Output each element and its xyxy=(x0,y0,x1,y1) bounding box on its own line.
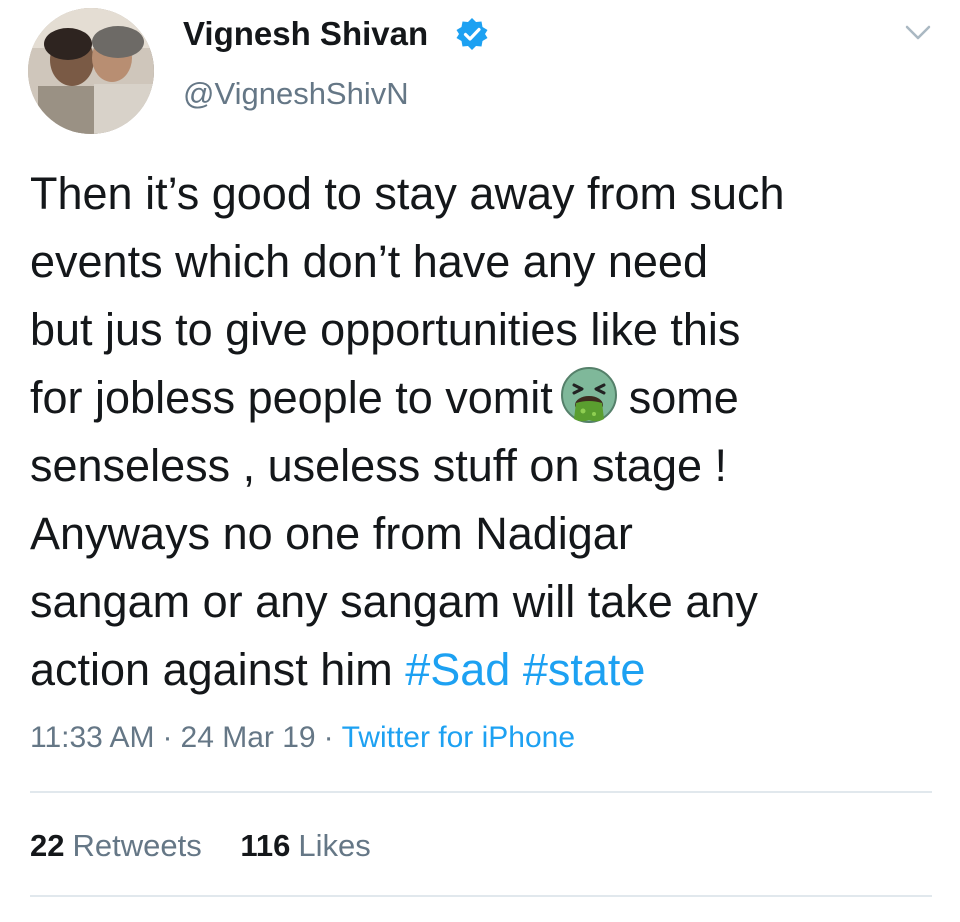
retweets-count: 22 xyxy=(30,828,65,863)
avatar[interactable] xyxy=(28,8,154,134)
divider xyxy=(30,895,932,897)
tweet-line-text: action against him xyxy=(30,644,393,695)
tweet-line: sangam or any sangam will take any xyxy=(30,576,758,627)
tweet-text: Then it’s good to stay away from such ev… xyxy=(30,160,940,704)
chevron-down-icon[interactable] xyxy=(904,24,932,42)
meta-separator: · xyxy=(323,721,334,754)
tweet-line: Anyways no one from Nadigar xyxy=(30,508,633,559)
tweet-source-link[interactable]: Twitter for iPhone xyxy=(342,721,575,754)
tweet-line: action against him #Sad #state xyxy=(30,636,940,704)
retweets-label: Retweets xyxy=(72,828,202,863)
user-handle[interactable]: @VigneshShivN xyxy=(183,74,409,114)
likes-stat[interactable]: 116 Likes xyxy=(240,826,370,866)
tweet-line: Then it’s good to stay away from such xyxy=(30,168,785,219)
tweet-meta: 11:33 AM · 24 Mar 19 · Twitter for iPhone xyxy=(30,718,575,758)
verified-badge-icon xyxy=(456,18,488,50)
retweets-stat[interactable]: 22 Retweets xyxy=(30,826,202,866)
hashtag-state[interactable]: #state xyxy=(523,644,646,695)
divider xyxy=(30,791,932,793)
tweet-time[interactable]: 11:33 AM xyxy=(30,721,155,754)
face-vomiting-icon xyxy=(560,367,617,423)
likes-label: Likes xyxy=(298,828,371,863)
avatar-photo xyxy=(28,8,154,134)
hashtag-sad[interactable]: #Sad xyxy=(405,644,510,695)
tweet-date[interactable]: 24 Mar 19 xyxy=(181,721,316,754)
display-name[interactable]: Vignesh Shivan xyxy=(183,14,428,54)
tweet-stats: 22 Retweets 116 Likes xyxy=(30,826,401,866)
tweet-line: senseless , useless stuff on stage ! xyxy=(30,440,728,491)
tweet-card: Vignesh Shivan @VigneshShivN Then it’s g… xyxy=(0,0,960,922)
meta-separator: · xyxy=(162,721,173,754)
tweet-line-text: for jobless people to vomit xyxy=(30,372,553,423)
tweet-line: but jus to give opportunities like this xyxy=(30,304,741,355)
likes-count: 116 xyxy=(240,828,291,863)
tweet-line: events which don’t have any need xyxy=(30,236,708,287)
tweet-line: for jobless people to vomit some xyxy=(30,364,940,432)
tweet-line-text: some xyxy=(628,372,739,423)
